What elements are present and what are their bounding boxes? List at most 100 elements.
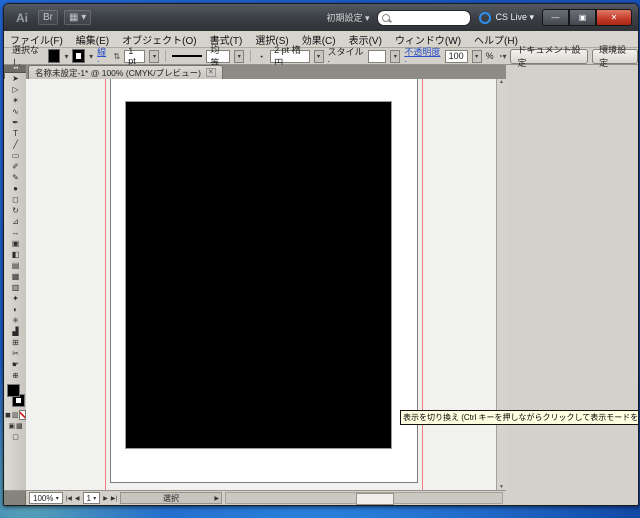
stroke-width-value[interactable]: 1 pt [124,50,145,63]
control-bar: 選択なし ▾ ▾ 線 : ⇅ 1 pt ▾ 均等 ▾ ・ 2 pt 楕円 ▾ ス… [4,48,638,65]
draw-normal-button[interactable]: ▣ [8,422,15,430]
workspace-switcher[interactable]: 初期設定 ▾ [326,11,369,24]
tab-close-icon[interactable]: ✕ [206,68,216,77]
fill-dropdown-icon[interactable]: ▾ [64,52,68,61]
title-bar: Ai Br ▦ ▾ 初期設定 ▾ CS Live ▾ — ▣ ✕ [4,4,638,31]
next-artboard-icon[interactable]: ▶ [103,495,108,502]
color-button[interactable]: ◼ [5,411,11,419]
paintbrush-tool[interactable]: ✐ [5,161,26,172]
profile-value[interactable]: 均等 [206,50,230,63]
line-segment-tool[interactable]: ╱ [5,139,26,150]
brush-dropdown-icon[interactable]: ▾ [314,50,324,63]
magic-wand-tool[interactable]: ✶ [5,95,26,106]
tools-panel: ◂◂ ➤▷✶∿✒T╱▭✐✎●◻↻⊿↔▣◧▤▦▥✦◐✳▟⊞✂☛⊕ ◼ ▥ ▣ ▩ … [5,65,27,490]
fill-swatch[interactable] [48,49,61,63]
document-tab[interactable]: 名称未設定-1* @ 100% (CMYK/プレビュー) ✕ [28,65,223,79]
pencil-tool[interactable]: ✎ [5,172,26,183]
rectangle-tool[interactable]: ▭ [5,150,26,161]
color-mode-row: ◼ ▥ [5,409,26,420]
tools-panel-header[interactable]: ◂◂ [5,65,26,73]
status-bar-corner [4,491,26,505]
status-tool-label: 選択 [163,493,179,504]
style-dropdown-icon[interactable]: ▾ [390,50,400,63]
lasso-tool[interactable]: ∿ [5,106,26,117]
width-tool[interactable]: ↔ [5,227,26,238]
brush-value[interactable]: 2 pt 楕円 [270,50,309,63]
document-tab-bar: ∷ 名称未設定-1* @ 100% (CMYK/プレビュー) ✕ [4,65,506,79]
type-tool[interactable]: T [5,128,26,139]
cslive-button[interactable]: CS Live ▾ [479,12,534,24]
screen-mode-row: ▢ [5,431,26,442]
prev-artboard-icon[interactable]: ◀ [75,495,80,502]
search-icon [382,14,390,22]
column-graph-tool[interactable]: ▟ [5,326,26,337]
stroke-dropdown-icon[interactable]: ▾ [89,52,93,61]
selection-tool[interactable]: ➤ [5,73,26,84]
mesh-tool[interactable]: ▦ [5,271,26,282]
close-button[interactable]: ✕ [596,9,632,26]
opacity-dropdown-icon[interactable]: ▾ [472,50,482,63]
black-rectangle[interactable] [125,101,392,449]
cslive-label: CS Live ▾ [495,12,534,23]
document-title: 名称未設定-1* @ 100% (CMYK/プレビュー) [35,67,201,79]
slice-tool[interactable]: ✂ [5,348,26,359]
eyedropper-tool[interactable]: ✦ [5,293,26,304]
zoom-tool[interactable]: ⊕ [5,370,26,381]
recolor-artwork-icon[interactable]: ◔▾ [498,52,507,61]
eraser-tool[interactable]: ◻ [5,194,26,205]
toolbar-fill-swatch[interactable] [7,384,20,397]
hand-tool[interactable]: ☛ [5,359,26,370]
stroke-width-dropdown-icon[interactable]: ▾ [149,50,159,63]
status-bar: 100% ▾ |◀ ◀ 1 ▾ ▶ ▶| 選択 ▶ [4,490,506,505]
pen-tool[interactable]: ✒ [5,117,26,128]
stroke-profile-preview [172,55,202,57]
draw-behind-button[interactable]: ▩ [16,422,23,430]
blob-brush-tool[interactable]: ● [5,183,26,194]
menu-item-8[interactable]: ヘルプ(H) [474,32,518,47]
direct-selection-tool[interactable]: ▷ [5,84,26,95]
perspective-grid-tool[interactable]: ▤ [5,260,26,271]
profile-dropdown-icon[interactable]: ▾ [234,50,244,63]
menu-item-2[interactable]: オブジェクト(O) [122,32,196,47]
screen-mode-button[interactable]: ▢ [12,433,19,441]
stroke-swatch[interactable] [72,49,85,63]
style-value[interactable] [368,50,387,63]
stroke-width-stepper[interactable]: ⇅ [113,52,120,61]
window-controls: — ▣ ✕ [542,9,632,26]
bridge-icon[interactable]: Br [38,10,58,25]
illustrator-window: Ai Br ▦ ▾ 初期設定 ▾ CS Live ▾ — ▣ ✕ ファイル(F)… [3,3,639,506]
opacity-value[interactable]: 100 [445,50,468,63]
canvas[interactable]: ▲ ▼ [26,79,506,490]
shape-builder-tool[interactable]: ◧ [5,249,26,260]
scrollbar-thumb[interactable] [356,493,394,505]
chevron-down-icon: ▾ [56,495,59,502]
arrange-documents-icon[interactable]: ▦ ▾ [64,10,91,25]
rotate-tool[interactable]: ↻ [5,205,26,216]
scroll-up-icon[interactable]: ▲ [499,79,504,85]
symbol-sprayer-tool[interactable]: ✳ [5,315,26,326]
opacity-percent: % [486,51,494,61]
brush-preview: ・ [257,50,266,63]
artboard-tool[interactable]: ⊞ [5,337,26,348]
restore-button[interactable]: ▣ [569,9,596,26]
tooltip: 表示を切り換え (Ctrl キーを押しながらクリックして表示モードを切り換え) [400,410,639,425]
drawing-mode-row: ▣ ▩ [5,420,26,431]
chevron-right-icon: ▶ [214,495,219,502]
document-setup-button[interactable]: ドキュメント設定 [510,49,588,64]
free-transform-tool[interactable]: ▣ [5,238,26,249]
blend-tool[interactable]: ◐ [5,304,26,315]
zoom-level-select[interactable]: 100% ▾ [29,492,63,504]
first-artboard-icon[interactable]: |◀ [66,495,72,502]
scale-tool[interactable]: ⊿ [5,216,26,227]
gradient-tool[interactable]: ▥ [5,282,26,293]
search-input[interactable] [377,10,471,26]
last-artboard-icon[interactable]: ▶| [111,495,117,502]
artboard-number-select[interactable]: 1 ▾ [83,492,101,504]
status-tool-field[interactable]: 選択 ▶ [120,492,222,504]
gradient-button[interactable]: ▥ [12,411,19,419]
preferences-button[interactable]: 環境設定 [592,49,638,64]
canvas-vertical-scrollbar[interactable]: ▲ ▼ [496,79,506,490]
app-logo: Ai [16,11,28,25]
canvas-horizontal-scrollbar[interactable] [225,492,503,504]
minimize-button[interactable]: — [542,9,569,26]
